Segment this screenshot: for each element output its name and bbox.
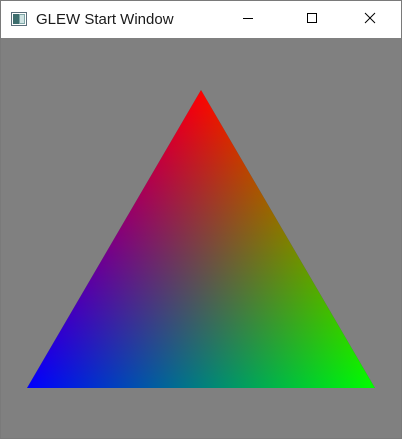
title-bar[interactable]: GLEW Start Window [1,1,401,38]
opengl-render-area[interactable] [1,38,401,438]
maximize-button[interactable] [289,1,335,38]
minimize-icon [242,11,254,29]
application-window-icon [11,12,27,26]
app-window: GLEW Start Window [0,0,402,439]
window-title: GLEW Start Window [36,11,174,28]
close-icon [364,11,376,29]
maximize-icon [306,11,318,29]
render-canvas [1,38,401,438]
minimize-button[interactable] [225,1,271,38]
close-button[interactable] [347,1,393,38]
